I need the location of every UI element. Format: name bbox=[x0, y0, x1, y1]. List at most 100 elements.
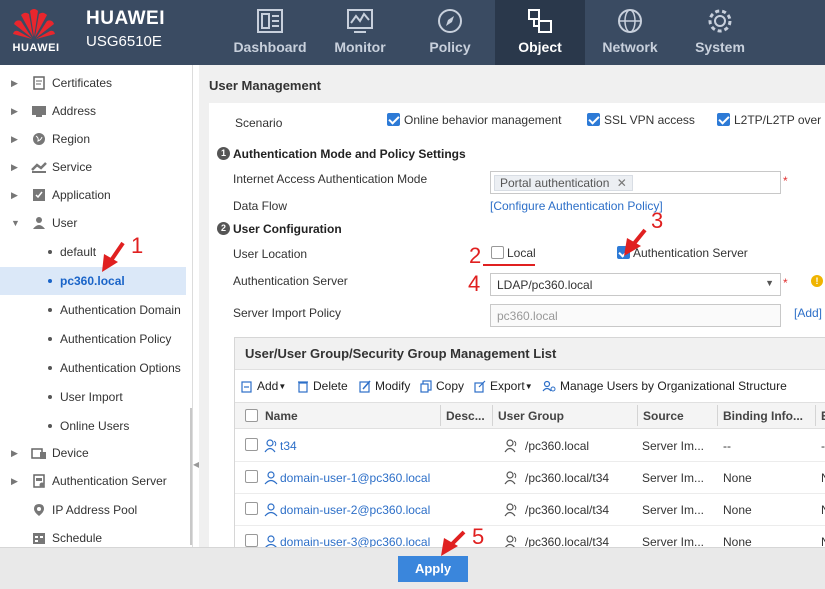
sidebar-item-authentication-options[interactable]: Authentication Options bbox=[0, 354, 186, 382]
col-user-group[interactable]: User Group bbox=[498, 409, 564, 423]
sidebar-item-application[interactable]: ▶ Application bbox=[0, 181, 186, 209]
apply-button[interactable]: Apply bbox=[398, 556, 468, 582]
row-checkbox[interactable] bbox=[245, 470, 258, 483]
col-extra[interactable]: E bbox=[821, 409, 825, 423]
nav-network[interactable]: Network bbox=[585, 0, 675, 65]
table-header: Name Desc... User Group Source Binding I… bbox=[235, 402, 825, 429]
sidebar-item-user[interactable]: ▼ User bbox=[0, 209, 186, 237]
sidebar-scrollbar[interactable] bbox=[190, 408, 192, 545]
row-checkbox[interactable] bbox=[245, 438, 258, 451]
table-row[interactable]: domain-user-1@pc360.local /pc360.local/t… bbox=[235, 462, 825, 494]
brand: HUAWEI USG6510E bbox=[86, 8, 165, 50]
sidebar-item-label: Device bbox=[52, 446, 89, 460]
sidebar-item-user-import[interactable]: User Import bbox=[0, 383, 186, 411]
nav-system-label: System bbox=[695, 39, 745, 55]
bullet-dot bbox=[48, 366, 52, 370]
row-source: Server Im... bbox=[642, 503, 705, 517]
user-group-icon bbox=[505, 535, 517, 547]
modify-label: Modify bbox=[375, 379, 411, 393]
add-policy-link[interactable]: [Add] bbox=[794, 306, 822, 320]
sidebar-item-label: Authentication Server bbox=[52, 474, 167, 488]
main-nav: Dashboard Monitor Policy Object Network … bbox=[225, 0, 765, 65]
sidebar-item-address[interactable]: ▶ Address bbox=[0, 97, 186, 125]
col-name[interactable]: Name bbox=[265, 409, 298, 423]
network-globe-icon bbox=[618, 9, 642, 33]
modify-button[interactable]: Modify bbox=[359, 378, 410, 394]
sidebar-item-authentication-domain[interactable]: Authentication Domain bbox=[0, 296, 186, 324]
manage-users-button[interactable]: Manage Users by Organizational Structure bbox=[542, 378, 787, 394]
nav-policy[interactable]: Policy bbox=[405, 0, 495, 65]
ip-pool-icon bbox=[31, 502, 47, 518]
sidebar-item-ip-address-pool[interactable]: IP Address Pool bbox=[0, 496, 186, 524]
row-checkbox[interactable] bbox=[245, 534, 258, 547]
auth-server-checkbox[interactable] bbox=[617, 246, 630, 259]
sidebar-item-default[interactable]: default bbox=[0, 238, 186, 266]
table-row[interactable]: t34 /pc360.local Server Im... -- - bbox=[235, 430, 825, 462]
user-icon bbox=[264, 471, 278, 485]
row-name[interactable]: domain-user-3@pc360.local bbox=[280, 535, 430, 547]
copy-button[interactable]: Copy bbox=[420, 378, 464, 394]
row-name[interactable]: domain-user-2@pc360.local bbox=[280, 503, 430, 517]
col-separator[interactable] bbox=[637, 405, 638, 426]
expand-arrow-icon[interactable]: ▶ bbox=[11, 78, 19, 88]
portal-auth-tag-label: Portal authentication bbox=[500, 176, 610, 190]
col-separator[interactable] bbox=[440, 405, 441, 426]
sidebar-item-label: Authentication Options bbox=[60, 361, 181, 375]
export-button[interactable]: Export ▼ bbox=[474, 378, 533, 394]
col-separator[interactable] bbox=[815, 405, 816, 426]
row-source: Server Im... bbox=[642, 535, 705, 547]
expand-arrow-icon[interactable]: ▶ bbox=[11, 162, 19, 172]
col-separator[interactable] bbox=[492, 405, 493, 426]
manage-users-label: Manage Users by Organizational Structure bbox=[560, 379, 787, 393]
l2tp-checkbox[interactable] bbox=[717, 113, 730, 126]
auth-mode-field[interactable]: Portal authentication ✕ bbox=[490, 171, 781, 194]
expand-arrow-icon[interactable]: ▶ bbox=[11, 448, 19, 458]
sidebar-item-authentication-server[interactable]: ▶ Authentication Server bbox=[0, 467, 186, 495]
sidebar-item-label: Online Users bbox=[60, 419, 130, 433]
row-checkbox[interactable] bbox=[245, 502, 258, 515]
remove-tag-icon[interactable]: ✕ bbox=[617, 176, 627, 190]
add-icon bbox=[241, 380, 252, 393]
sidebar-item-service[interactable]: ▶ Service bbox=[0, 153, 186, 181]
expand-arrow-icon[interactable]: ▶ bbox=[11, 190, 19, 200]
add-button[interactable]: Add ▼ bbox=[241, 378, 286, 394]
certificate-icon bbox=[31, 75, 47, 91]
delete-button[interactable]: Delete bbox=[297, 378, 348, 394]
col-binding-info[interactable]: Binding Info... bbox=[723, 409, 803, 423]
table-row[interactable]: domain-user-2@pc360.local /pc360.local/t… bbox=[235, 494, 825, 526]
row-name[interactable]: t34 bbox=[280, 439, 297, 453]
sidebar-item-online-users[interactable]: Online Users bbox=[0, 412, 186, 440]
col-source[interactable]: Source bbox=[643, 409, 684, 423]
ssl-vpn-checkbox[interactable] bbox=[587, 113, 600, 126]
expand-arrow-icon[interactable]: ▶ bbox=[11, 134, 19, 144]
row-name[interactable]: domain-user-1@pc360.local bbox=[280, 471, 430, 485]
nav-monitor[interactable]: Monitor bbox=[315, 0, 405, 65]
col-separator[interactable] bbox=[717, 405, 718, 426]
col-description[interactable]: Desc... bbox=[446, 409, 485, 423]
import-policy-field[interactable]: pc360.local bbox=[490, 304, 781, 327]
select-all-checkbox[interactable] bbox=[245, 409, 258, 422]
nav-dashboard[interactable]: Dashboard bbox=[225, 0, 315, 65]
sidebar-item-certificates[interactable]: ▶ Certificates bbox=[0, 69, 186, 97]
sidebar-item-label: Certificates bbox=[52, 76, 113, 90]
nav-monitor-label: Monitor bbox=[334, 39, 386, 55]
sidebar-item-authentication-policy[interactable]: Authentication Policy bbox=[0, 325, 186, 353]
sidebar-item-device[interactable]: ▶ Device bbox=[0, 439, 186, 467]
local-checkbox[interactable] bbox=[491, 246, 504, 259]
sidebar-item-region[interactable]: ▶ Region bbox=[0, 125, 186, 153]
configure-auth-policy-link[interactable]: [Configure Authentication Policy] bbox=[490, 199, 663, 213]
nav-system[interactable]: System bbox=[675, 0, 765, 65]
expand-arrow-icon[interactable]: ▶ bbox=[11, 106, 19, 116]
table-row[interactable]: domain-user-3@pc360.local /pc360.local/t… bbox=[235, 526, 825, 547]
nav-object[interactable]: Object bbox=[495, 0, 585, 65]
collapse-arrow-icon[interactable]: ▼ bbox=[11, 218, 20, 228]
sidebar: ▶ Certificates ▶ Address ▶ Region ▶ Serv… bbox=[0, 65, 193, 547]
sidebar-item-pc360-local[interactable]: pc360.local bbox=[0, 267, 186, 295]
row-binding: -- bbox=[723, 439, 731, 453]
expand-arrow-icon[interactable]: ▶ bbox=[11, 476, 19, 486]
delete-label: Delete bbox=[313, 379, 348, 393]
online-behavior-checkbox[interactable] bbox=[387, 113, 400, 126]
sidebar-item-schedule[interactable]: Schedule bbox=[0, 524, 186, 547]
chevron-down-icon[interactable]: ▼ bbox=[765, 278, 774, 288]
auth-server-select[interactable]: LDAP/pc360.local ▼ bbox=[490, 273, 781, 296]
